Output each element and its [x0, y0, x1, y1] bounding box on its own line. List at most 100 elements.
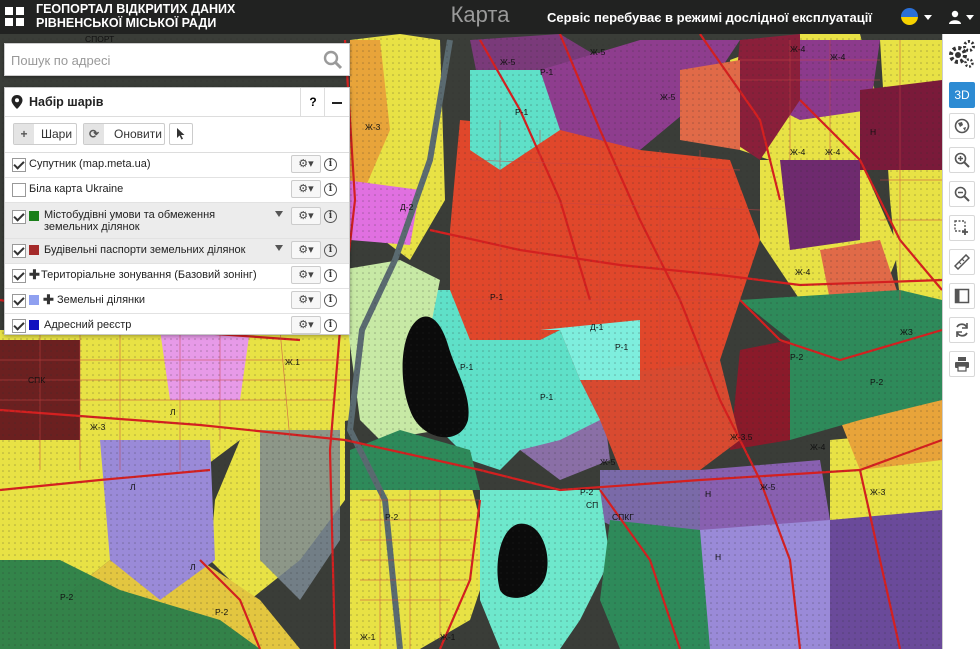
refresh-map-button[interactable]	[949, 317, 975, 343]
zone-label: Л	[130, 482, 136, 492]
ruler-icon	[954, 254, 970, 270]
layer-checkbox[interactable]	[12, 158, 26, 172]
zone-label: СПК	[28, 375, 45, 385]
zone-label: Д-1	[590, 322, 604, 332]
zone-label: Ж-4	[825, 147, 841, 157]
layer-name: Біла карта Ukraine	[29, 183, 124, 195]
extent-icon	[954, 288, 970, 304]
layer-settings-dropdown[interactable]: ⚙▾	[291, 316, 321, 334]
filter-icon[interactable]	[275, 245, 283, 251]
zone-label: Ж-4	[790, 147, 806, 157]
zone-label: Ж-5	[590, 47, 606, 57]
zone-label: Р-1	[460, 362, 474, 372]
chevron-down-icon	[966, 15, 974, 20]
expand-plus-icon[interactable]: ✚	[29, 267, 40, 283]
zone-label: Ж-4	[790, 44, 806, 54]
layer-checkbox[interactable]	[12, 244, 26, 258]
refresh-icon	[956, 323, 968, 337]
layer-color-swatch	[29, 320, 39, 330]
layer-checkbox[interactable]	[12, 294, 26, 308]
layer-name: Супутник (map.meta.ua)	[29, 158, 151, 170]
cursor-icon	[177, 128, 185, 140]
info-icon[interactable]: i	[324, 269, 337, 282]
user-icon	[949, 10, 961, 24]
layer-checkbox[interactable]	[12, 319, 26, 333]
zone-label: Р-2	[215, 607, 229, 617]
refresh-icon: ⟳	[84, 124, 104, 144]
search-input[interactable]	[11, 50, 311, 70]
search-icon[interactable]	[323, 50, 343, 70]
zone-label: Ж-3	[90, 422, 106, 432]
info-icon[interactable]: i	[324, 210, 337, 223]
map-marker-icon	[11, 95, 23, 109]
zoom-box-button[interactable]	[949, 215, 975, 241]
printer-icon	[955, 357, 969, 372]
add-layers-button[interactable]: + Шари	[13, 123, 77, 145]
filter-icon[interactable]	[275, 211, 283, 217]
extent-button[interactable]	[949, 283, 975, 309]
chevron-down-icon	[924, 15, 932, 20]
add-layers-label: Шари	[41, 127, 73, 141]
zone-label: Н	[715, 552, 721, 562]
layer-settings-dropdown[interactable]: ⚙▾	[291, 155, 321, 173]
zone-label: Р-2	[790, 352, 804, 362]
zone-label: Р-1	[615, 342, 629, 352]
zoom-out-button[interactable]	[949, 181, 975, 207]
info-icon[interactable]: i	[324, 158, 337, 171]
globe-icon	[954, 118, 970, 134]
info-icon[interactable]: i	[324, 244, 337, 257]
layer-checkbox[interactable]	[12, 210, 26, 224]
layer-settings-dropdown[interactable]: ⚙▾	[291, 291, 321, 309]
layer-settings-dropdown[interactable]: ⚙▾	[291, 180, 321, 198]
layer-settings-dropdown[interactable]: ⚙▾	[291, 266, 321, 284]
layer-checkbox[interactable]	[12, 183, 26, 197]
zone-label: Р-2	[580, 487, 594, 497]
zone-label: Р-2	[870, 377, 884, 387]
refresh-button[interactable]: ⟳ Оновити	[83, 123, 165, 145]
layers-panel-header: Набір шарів ?	[5, 88, 349, 117]
zone-label: ЖЗ	[900, 327, 913, 337]
minus-icon	[332, 102, 342, 104]
zone-label: СП	[586, 500, 598, 510]
zone-label: Л	[190, 562, 196, 572]
select-tool-button[interactable]	[169, 123, 193, 145]
user-menu-button[interactable]	[944, 6, 980, 28]
settings-gear-icon[interactable]	[947, 38, 977, 68]
layer-checkbox[interactable]	[12, 269, 26, 283]
top-bar: ГЕОПОРТАЛ ВІДКРИТИХ ДАНИХ РІВНЕНСЬКОЇ МІ…	[0, 0, 980, 34]
3d-toggle-button[interactable]: 3D	[949, 82, 975, 108]
zone-label: Ж-1	[360, 632, 376, 642]
zone-label: Р-2	[60, 592, 74, 602]
measure-button[interactable]	[949, 249, 975, 275]
info-icon[interactable]: i	[324, 319, 337, 332]
zone-label: Ж.1	[285, 357, 300, 367]
layer-row: Біла карта Ukraine ⚙▾ i	[5, 178, 349, 203]
zone-label: Р-2	[385, 512, 399, 522]
layer-color-swatch	[29, 295, 39, 305]
layer-settings-dropdown[interactable]: ⚙▾	[291, 207, 321, 225]
address-search	[4, 43, 350, 76]
language-dropdown[interactable]	[895, 6, 937, 28]
zone-label: Ж-5	[660, 92, 676, 102]
layer-name: Адресний реєстр	[44, 319, 132, 331]
zone-label: Ж-4	[830, 52, 846, 62]
zone-label: Н	[870, 127, 876, 137]
minimize-button[interactable]	[324, 88, 349, 116]
layers-toolbar: + Шари ⟳ Оновити	[5, 117, 349, 153]
print-button[interactable]	[949, 351, 975, 377]
zone-label: Н	[705, 489, 711, 499]
layer-settings-dropdown[interactable]: ⚙▾	[291, 241, 321, 259]
layer-row: Супутник (map.meta.ua) ⚙▾ i	[5, 153, 349, 178]
zone-label: Ж-4	[810, 442, 826, 452]
zoom-in-button[interactable]	[949, 147, 975, 173]
expand-plus-icon[interactable]: ✚	[43, 292, 54, 308]
layers-panel: Набір шарів ? + Шари ⟳ Оновити Супутник …	[4, 87, 350, 335]
help-button[interactable]: ?	[300, 88, 325, 116]
info-icon[interactable]: i	[324, 183, 337, 196]
zoom-in-icon	[954, 152, 970, 168]
basemap-button[interactable]	[949, 113, 975, 139]
layer-name: Містобудівні умови та обмеження земельни…	[44, 209, 216, 233]
zone-label: Д-2	[400, 202, 414, 212]
info-icon[interactable]: i	[324, 294, 337, 307]
zone-label: Р-1	[515, 107, 529, 117]
